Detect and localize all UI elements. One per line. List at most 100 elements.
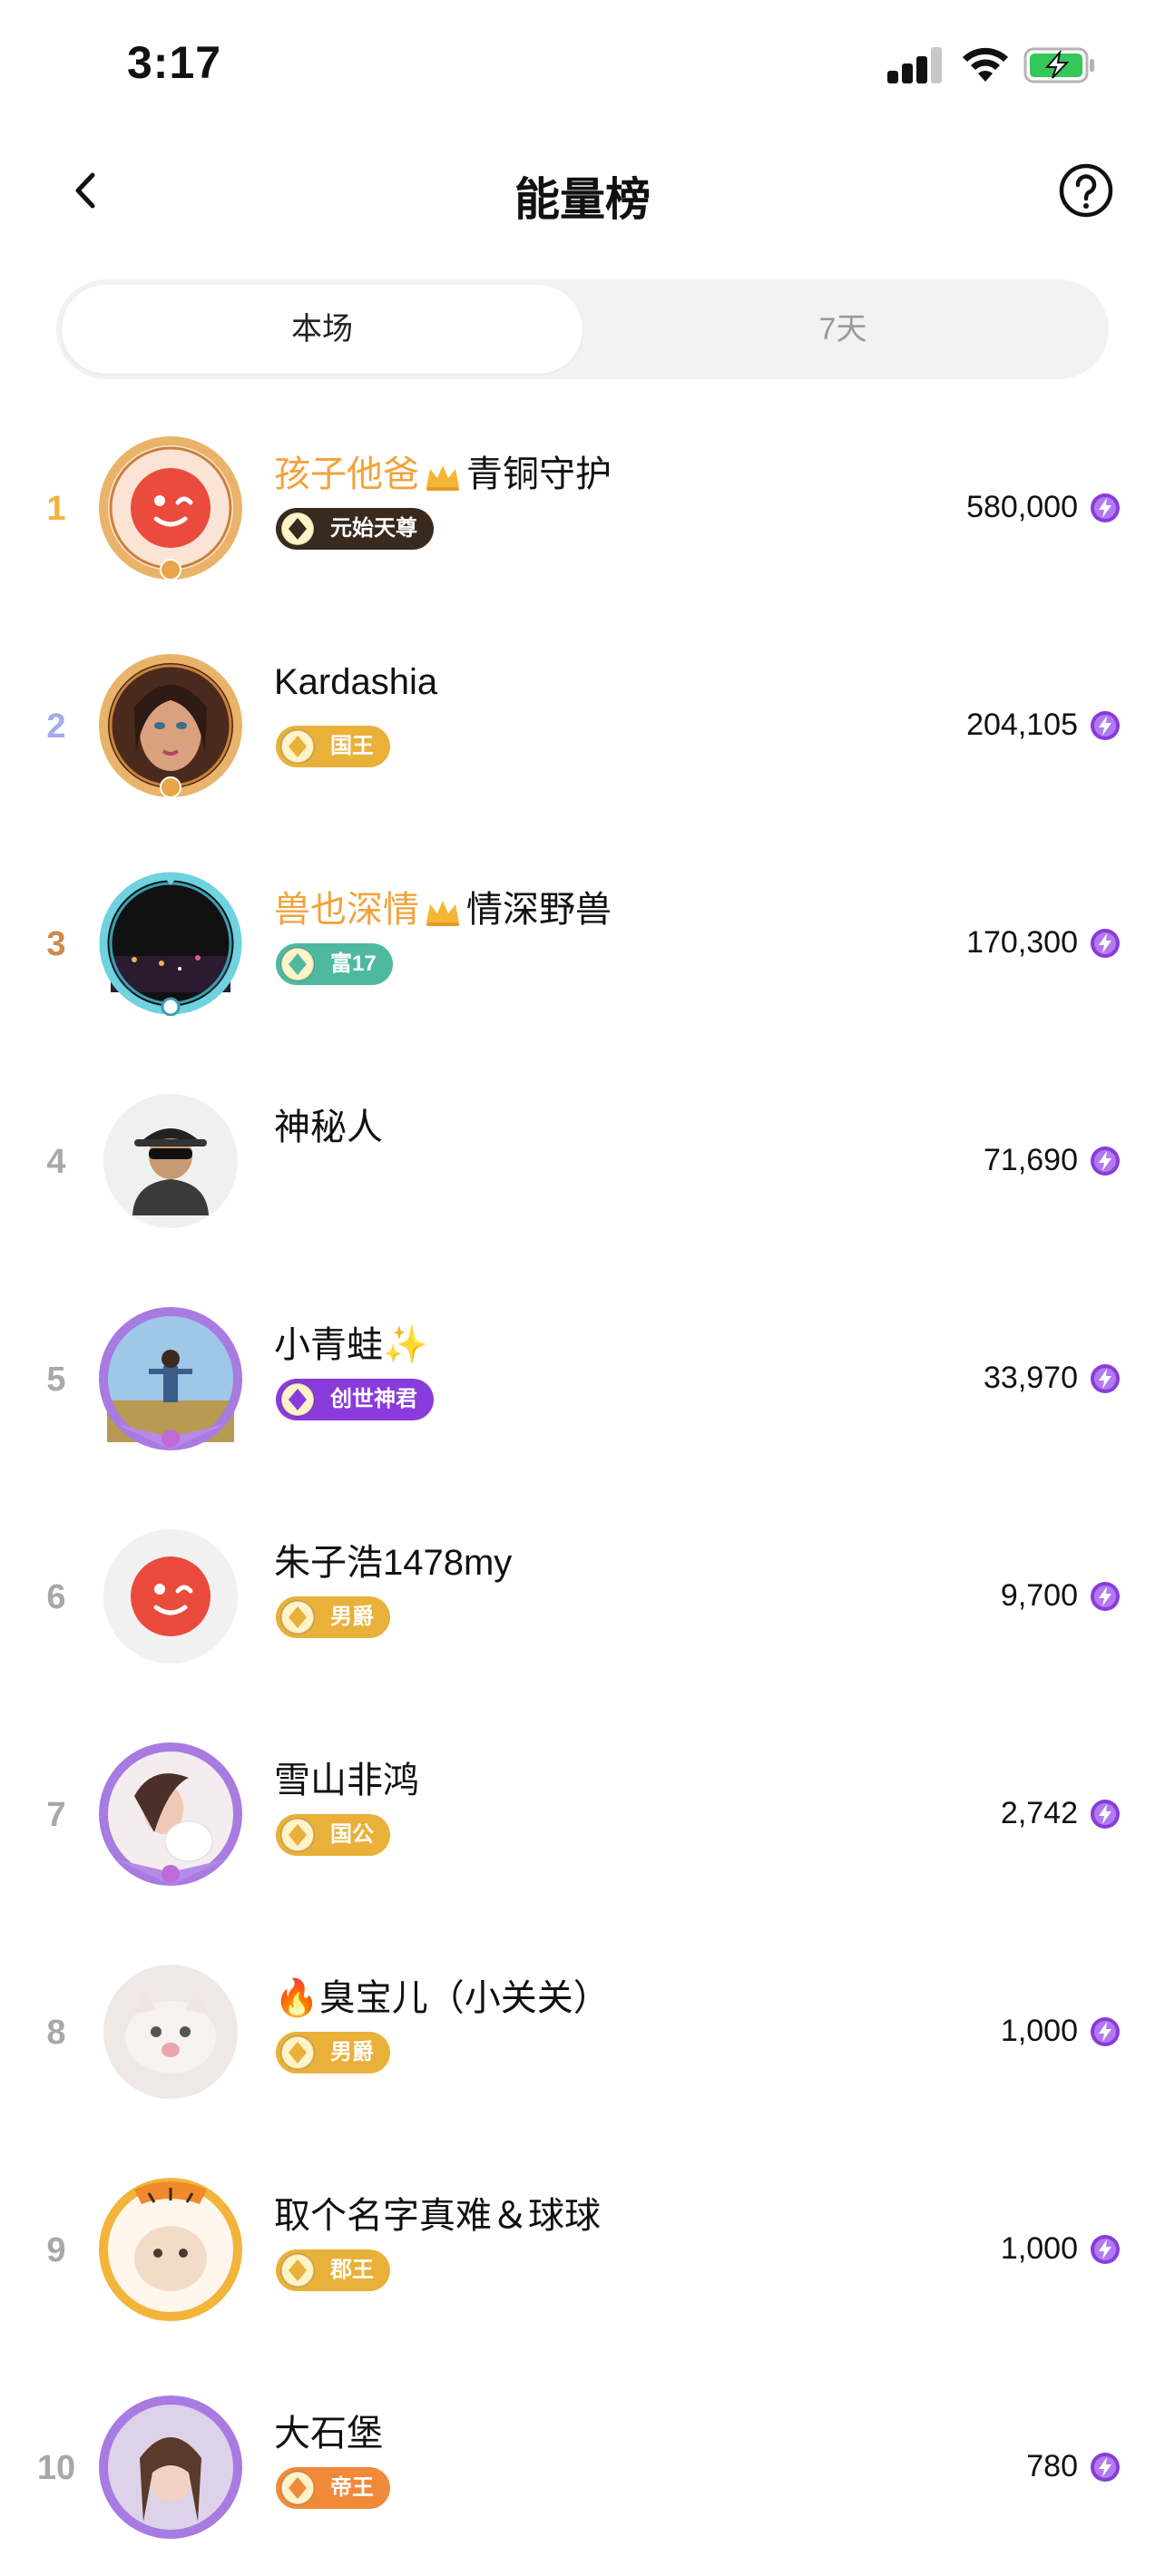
energy-icon xyxy=(1089,2015,1121,2048)
tab-this-session[interactable]: 本场 xyxy=(62,285,582,374)
rank-row[interactable]: 7 雪山非鸿国公 2,742 xyxy=(0,1705,1165,1923)
avatar[interactable] xyxy=(98,435,243,581)
battery-charging-icon xyxy=(1023,47,1094,83)
level-badge-label: 富17 xyxy=(330,951,377,976)
rank-row[interactable]: 6 朱子浩1478my 男爵 9,700 xyxy=(0,1488,1165,1705)
level-badge-label: 男爵 xyxy=(330,2040,374,2064)
level-badge: 男爵 xyxy=(276,2032,390,2073)
rank-row[interactable]: 10 大石堡帝王 780 xyxy=(0,2358,1165,2576)
user-name-line: 大石堡 xyxy=(274,2404,383,2456)
rank-number: 3 xyxy=(46,925,66,963)
crown-icon xyxy=(423,461,463,492)
rank-number: 5 xyxy=(46,1361,66,1399)
energy-icon xyxy=(1089,1580,1121,1613)
rank-row[interactable]: 9 取个名字真难＆球球 郡王 1,000 xyxy=(0,2141,1165,2358)
energy-icon xyxy=(1089,927,1121,960)
energy-score: 71,690 xyxy=(984,1143,1078,1177)
avatar[interactable] xyxy=(98,1959,243,2104)
user-name: 神秘人 xyxy=(274,1107,383,1147)
energy-icon xyxy=(1089,492,1121,524)
rank-row[interactable]: 8 🔥臭宝儿（小关关） 男爵 1,000 xyxy=(0,1923,1165,2141)
user-name-line: 兽也深情 情深野兽 xyxy=(274,880,612,932)
energy-icon xyxy=(1089,1145,1121,1177)
guardian-title: 青铜守护 xyxy=(466,454,612,494)
avatar[interactable] xyxy=(98,1742,243,1887)
energy-score: 1,000 xyxy=(1000,2231,1078,2266)
avatar[interactable] xyxy=(98,2177,243,2322)
user-name-line: Kardashia xyxy=(274,662,437,703)
avatar[interactable] xyxy=(98,1088,243,1234)
level-badge-icon xyxy=(279,1381,316,1418)
user-name: 雪山非鸿 xyxy=(274,1761,419,1800)
user-name-line: 朱子浩1478my xyxy=(274,1533,512,1586)
rank-number: 7 xyxy=(46,1796,66,1834)
level-badge-icon xyxy=(279,2034,316,2071)
energy-icon xyxy=(1089,2451,1121,2483)
avatar[interactable] xyxy=(98,871,243,1016)
user-name-line: 雪山非鸿 xyxy=(274,1751,419,1803)
level-badge-icon xyxy=(279,946,316,982)
rank-number: 4 xyxy=(46,1143,66,1181)
level-badge: 帝王 xyxy=(276,2467,390,2509)
tab-7-days[interactable]: 7天 xyxy=(582,285,1103,374)
user-name: 🔥臭宝儿（小关关） xyxy=(274,1978,610,2018)
level-badge-icon xyxy=(279,1817,316,1853)
tab-bar: 本场 7天 xyxy=(56,279,1109,379)
header: 能量榜 xyxy=(0,136,1165,245)
help-icon[interactable] xyxy=(1054,159,1118,222)
avatar[interactable] xyxy=(98,1306,243,1451)
level-badge-label: 男爵 xyxy=(330,1605,374,1629)
rank-row[interactable]: 1 孩子他爸 青铜守护元始天尊 580,000 xyxy=(0,399,1165,617)
level-badge-icon xyxy=(279,1599,316,1635)
energy-score: 580,000 xyxy=(966,490,1078,524)
user-name: 朱子浩1478my xyxy=(274,1543,513,1583)
energy-score: 1,000 xyxy=(1000,2014,1078,2048)
level-badge-icon xyxy=(279,728,316,765)
level-badge-label: 国公 xyxy=(330,1822,374,1847)
rank-number: 6 xyxy=(46,1578,66,1616)
user-name: 小青蛙✨ xyxy=(274,1325,428,1365)
guardian-title: 情深野兽 xyxy=(466,890,612,930)
level-badge-icon xyxy=(279,511,316,547)
level-badge: 创世神君 xyxy=(276,1379,434,1420)
cellular-signal-icon xyxy=(887,47,944,83)
user-name-line: 取个名字真难＆球球 xyxy=(274,2186,601,2239)
avatar[interactable] xyxy=(98,653,243,798)
level-badge: 元始天尊 xyxy=(276,508,434,550)
energy-score: 170,300 xyxy=(966,925,1078,960)
level-badge-icon xyxy=(279,2252,316,2288)
user-name: 孩子他爸 xyxy=(274,454,419,494)
rank-row[interactable]: 2 Kardashia 国王 204,105 xyxy=(0,617,1165,834)
crown-icon xyxy=(423,896,463,927)
rank-number: 10 xyxy=(36,2449,76,2487)
rank-row[interactable]: 4 神秘人 71,690 xyxy=(0,1052,1165,1270)
level-badge: 国公 xyxy=(276,1814,390,1856)
user-name: Kardashia xyxy=(274,662,438,702)
energy-icon xyxy=(1089,2233,1121,2266)
avatar[interactable] xyxy=(98,2395,243,2540)
level-badge-label: 创世神君 xyxy=(330,1387,417,1411)
rank-row[interactable]: 3 兽也深情 情深野兽富17 170,300 xyxy=(0,834,1165,1052)
user-name: 取个名字真难＆球球 xyxy=(274,2196,601,2236)
user-name: 兽也深情 xyxy=(274,890,419,930)
user-name-line: 神秘人 xyxy=(274,1098,383,1150)
user-name-line: 小青蛙✨ xyxy=(274,1315,428,1368)
rank-row[interactable]: 5 小青蛙✨ 创世神君 33,970 xyxy=(0,1270,1165,1488)
avatar[interactable] xyxy=(98,1524,243,1669)
status-bar: 3:17 xyxy=(0,0,1165,127)
rank-number: 8 xyxy=(46,2014,66,2052)
level-badge-label: 元始天尊 xyxy=(330,516,417,541)
level-badge: 国王 xyxy=(276,726,390,767)
user-name-line: 孩子他爸 青铜守护 xyxy=(274,444,612,497)
rank-number: 9 xyxy=(46,2231,66,2269)
rank-number: 1 xyxy=(46,490,66,528)
level-badge-icon xyxy=(279,2470,316,2506)
user-name: 大石堡 xyxy=(274,2414,383,2454)
energy-score: 2,742 xyxy=(1000,1796,1078,1830)
level-badge: 富17 xyxy=(276,943,393,985)
energy-score: 780 xyxy=(1026,2449,1078,2483)
energy-icon xyxy=(1089,1362,1121,1395)
rank-number: 2 xyxy=(46,707,66,746)
page-title: 能量榜 xyxy=(514,174,651,225)
energy-icon xyxy=(1089,1798,1121,1830)
